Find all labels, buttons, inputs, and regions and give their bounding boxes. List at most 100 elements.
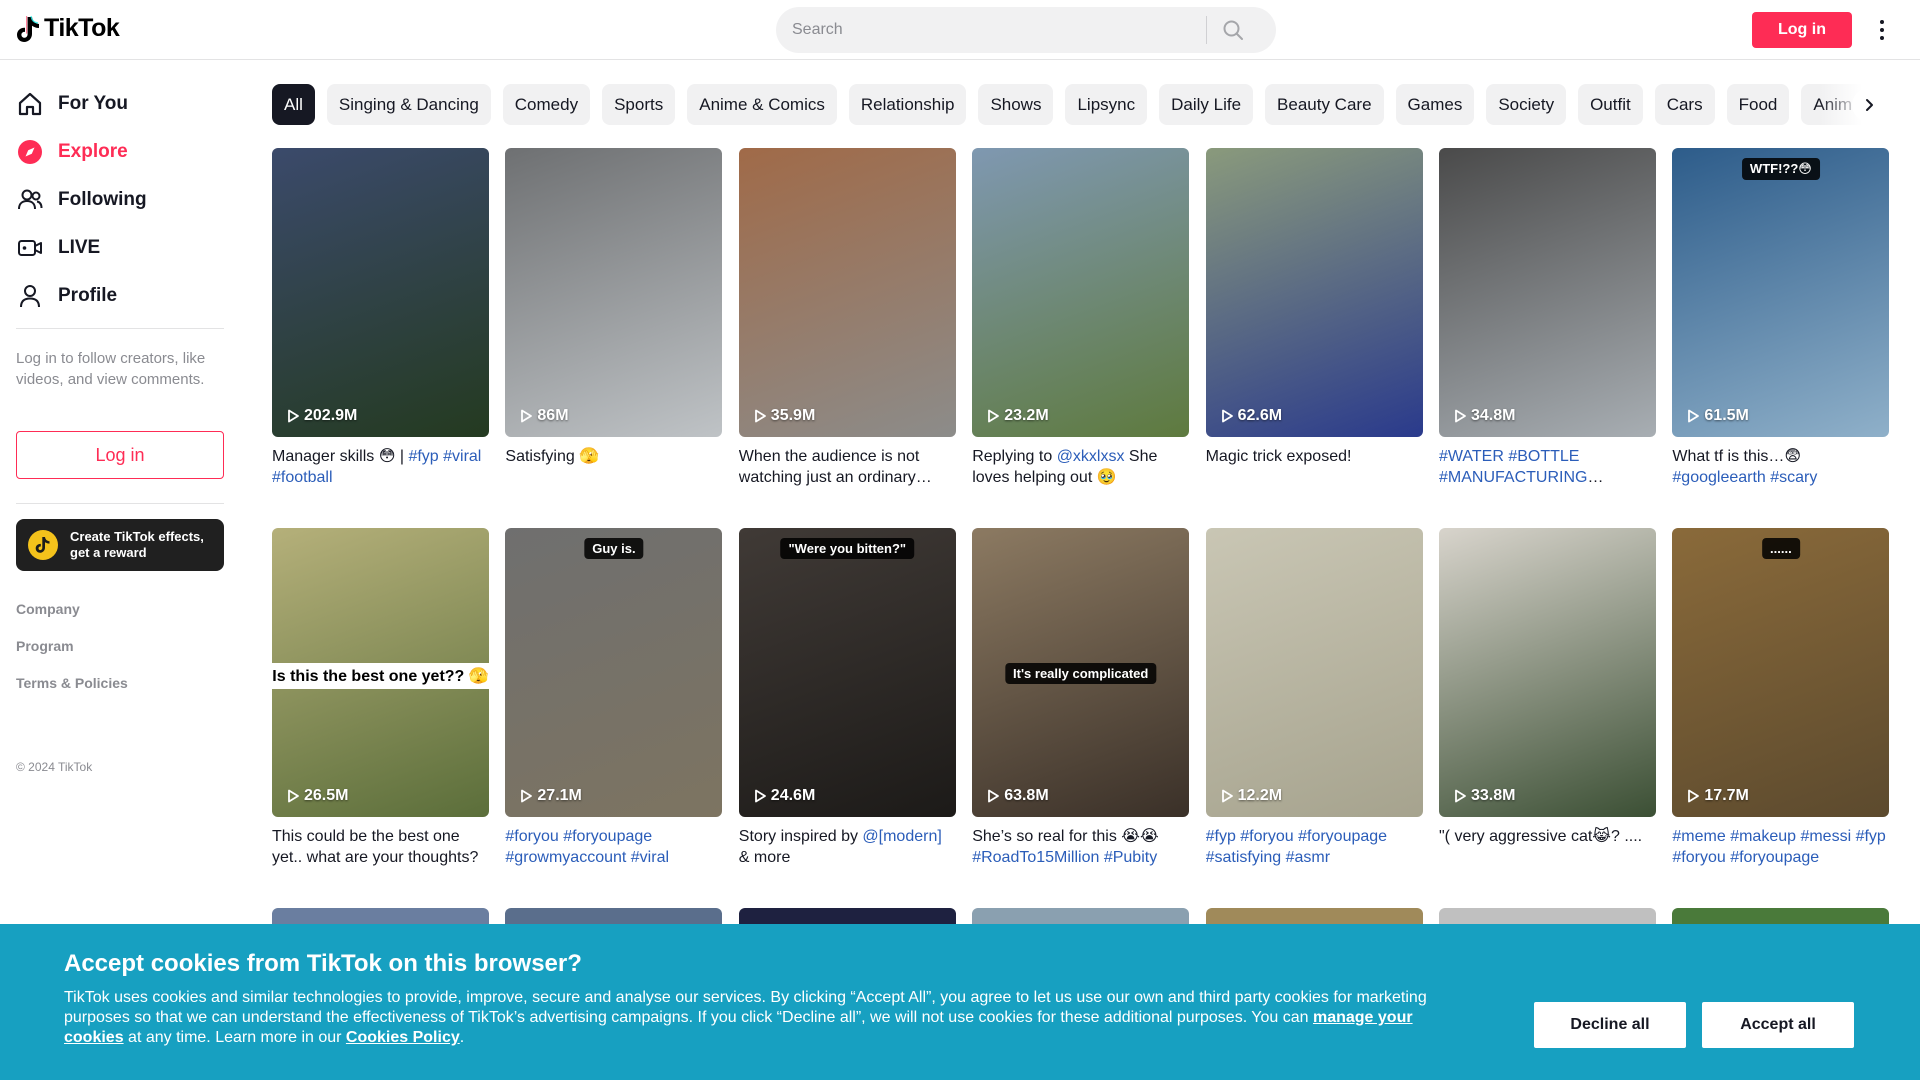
- video-thumbnail[interactable]: 12.2M: [1205, 528, 1423, 817]
- video-caption[interactable]: #fyp #foryou #foryoupage #satisfying #as…: [1206, 826, 1423, 868]
- decline-all-button[interactable]: Decline all: [1534, 1002, 1686, 1048]
- category-chip[interactable]: Singing & Dancing: [326, 84, 491, 125]
- video-caption[interactable]: Replying to @xkxlxsx She loves helping o…: [972, 446, 1189, 488]
- video-card[interactable]: 62.6M Magic trick exposed!: [1205, 148, 1423, 488]
- video-thumbnail[interactable]: 62.6M: [1205, 148, 1423, 437]
- category-chip[interactable]: Beauty Care: [1265, 84, 1384, 125]
- play-icon: [1455, 789, 1466, 803]
- caption-hashtags[interactable]: #meme #makeup #messi #fyp #foryou #foryo…: [1672, 828, 1885, 866]
- caption-hashtags[interactable]: #foryou #foryoupage #growmyaccount #vira…: [505, 828, 669, 866]
- view-count-value: 17.7M: [1704, 787, 1749, 804]
- cookie-text: .: [459, 1029, 465, 1046]
- category-chip[interactable]: Lipsync: [1065, 84, 1148, 125]
- play-icon: [1455, 409, 1466, 423]
- category-chip[interactable]: Daily Life: [1159, 84, 1254, 125]
- caption-text: She’s so real for this 😭😭: [972, 828, 1159, 845]
- footer-link-program[interactable]: Program: [16, 638, 74, 654]
- video-card[interactable]: 23.2M Replying to @xkxlxsx She loves help…: [972, 148, 1190, 488]
- video-caption[interactable]: This could be the best one yet.. what ar…: [272, 826, 489, 868]
- video-card[interactable]: 86M Satisfying 🫣: [505, 148, 723, 488]
- caption-hashtags[interactable]: #WATER #BOTTLE #MANUFACTURING #FACTORY: [1439, 448, 1603, 488]
- video-caption[interactable]: When the audience is not watching just a…: [739, 446, 956, 488]
- effects-promo-banner[interactable]: Create TikTok effects, get a reward: [16, 519, 224, 571]
- caption-hashtags[interactable]: @[modern]: [862, 828, 941, 845]
- video-card[interactable]: 202.9M Manager skills 😳 | #fyp #viral #fo…: [272, 148, 489, 488]
- category-chip[interactable]: Cars: [1654, 84, 1715, 125]
- play-icon: [988, 789, 1000, 803]
- view-count-value: 26.5M: [304, 787, 349, 804]
- caption-hashtags[interactable]: #fyp #foryou #foryoupage #satisfying #as…: [1206, 828, 1387, 866]
- sidebar-item-explore[interactable]: Explore: [16, 132, 128, 172]
- view-count: 27.1M: [519, 787, 582, 805]
- category-chip[interactable]: Anime & Comics: [687, 84, 837, 125]
- video-thumbnail[interactable]: 34.8M: [1439, 148, 1656, 437]
- footer-link-terms[interactable]: Terms & Policies: [16, 675, 128, 691]
- video-thumbnail[interactable]: It's really complicated 63.8M: [972, 528, 1190, 817]
- category-chip[interactable]: Shows: [978, 84, 1054, 125]
- video-card[interactable]: 33.8M "( very aggressive cat😹? ....: [1439, 528, 1656, 868]
- video-thumbnail[interactable]: 86M: [505, 148, 723, 437]
- video-caption[interactable]: #foryou #foryoupage #growmyaccount #vira…: [505, 826, 722, 868]
- category-chip[interactable]: Comedy: [502, 84, 591, 125]
- category-chip[interactable]: Sports: [602, 84, 676, 125]
- video-caption[interactable]: Magic trick exposed!: [1206, 446, 1423, 488]
- caption-hashtags[interactable]: #googleearth #scary: [1672, 469, 1817, 486]
- category-chip[interactable]: Food: [1726, 84, 1790, 125]
- video-caption[interactable]: She’s so real for this 😭😭 #RoadTo15Milli…: [972, 826, 1189, 868]
- video-caption[interactable]: What tf is this…😨 #googleearth #scary: [1672, 446, 1889, 488]
- video-thumbnail[interactable]: Guy is. 27.1M: [505, 528, 723, 817]
- category-chip[interactable]: Relationship: [848, 84, 967, 125]
- play-icon: [288, 409, 299, 423]
- video-caption[interactable]: #meme #makeup #messi #fyp #foryou #foryo…: [1672, 826, 1889, 868]
- category-chip[interactable]: Outfit: [1578, 84, 1643, 125]
- more-options-icon[interactable]: [1872, 16, 1892, 44]
- video-thumbnail[interactable]: 35.9M: [738, 148, 956, 437]
- video-caption[interactable]: Manager skills 😳 | #fyp #viral #football: [272, 446, 489, 488]
- video-card[interactable]: "Were you bitten?" 24.6M Story inspired by…: [738, 528, 956, 868]
- cookies-policy-link[interactable]: Cookies Policy: [346, 1029, 460, 1046]
- video-card[interactable]: 35.9M When the audience is not watching j…: [738, 148, 956, 488]
- video-caption[interactable]: Satisfying 🫣: [505, 446, 722, 488]
- search-bar: [776, 7, 1276, 53]
- category-chip[interactable]: Games: [1395, 84, 1475, 125]
- caption-hashtags[interactable]: @xkxlxsx: [1057, 448, 1125, 465]
- accept-all-button[interactable]: Accept all: [1702, 1002, 1854, 1048]
- video-caption[interactable]: Story inspired by @[modern] & more: [739, 826, 956, 868]
- video-thumbnail[interactable]: "Were you bitten?" 24.6M: [738, 528, 956, 817]
- video-thumbnail[interactable]: 33.8M: [1439, 528, 1656, 817]
- category-chip[interactable]: All: [272, 84, 315, 125]
- category-next-button[interactable]: [1852, 88, 1886, 122]
- video-thumbnail[interactable]: 23.2M: [972, 148, 1190, 437]
- caption-text: & more: [738, 849, 791, 866]
- view-count: 12.2M: [1220, 787, 1282, 805]
- search-button[interactable]: [1207, 7, 1259, 53]
- header-login-button[interactable]: Log in: [1752, 12, 1852, 48]
- view-count-value: 33.8M: [1471, 787, 1516, 804]
- video-card[interactable]: Guy is. 27.1M #foryou #foryoupage #growmya…: [505, 528, 723, 868]
- footer-link-company[interactable]: Company: [16, 601, 80, 617]
- video-thumbnail[interactable]: Is this the best one yet?? 🫣 26.5M: [272, 528, 489, 817]
- caption-hashtags[interactable]: #RoadTo15Million #Pubity: [972, 849, 1157, 866]
- sidebar-item-profile[interactable]: Profile: [16, 276, 117, 316]
- tiktok-logo[interactable]: TikTok: [16, 14, 120, 43]
- video-card[interactable]: 34.8M #WATER #BOTTLE #MANUFACTURING #FACT…: [1439, 148, 1656, 488]
- sidebar-login-button[interactable]: Log in: [16, 431, 224, 479]
- video-thumbnail[interactable]: WTF!??😳 61.5M: [1672, 148, 1890, 437]
- video-card[interactable]: WTF!??😳 61.5M What tf is this…😨 #googleear…: [1672, 148, 1890, 488]
- play-icon: [1221, 409, 1233, 423]
- video-card[interactable]: 12.2M #fyp #foryou #foryoupage #satisfyin…: [1205, 528, 1423, 868]
- view-count-value: 35.9M: [770, 407, 816, 424]
- sidebar-item-following[interactable]: Following: [16, 180, 147, 220]
- video-thumbnail[interactable]: ...... 17.7M: [1672, 528, 1890, 817]
- video-caption[interactable]: "( very aggressive cat😹? ....: [1439, 826, 1656, 868]
- video-thumbnail[interactable]: 202.9M: [272, 148, 489, 437]
- video-card[interactable]: ...... 17.7M #meme #makeup #messi #fyp #fo…: [1672, 528, 1890, 868]
- search-input[interactable]: [776, 21, 1206, 39]
- video-card[interactable]: Is this the best one yet?? 🫣 26.5M This co…: [272, 528, 489, 868]
- video-card[interactable]: It's really complicated 63.8M She’s so rea…: [972, 528, 1190, 868]
- sidebar-item-for-you[interactable]: For You: [16, 84, 128, 124]
- dot: [1880, 36, 1884, 40]
- category-chip[interactable]: Society: [1486, 84, 1567, 125]
- sidebar-item-live[interactable]: LIVE: [16, 228, 100, 268]
- video-caption[interactable]: #WATER #BOTTLE #MANUFACTURING #FACTORY: [1439, 446, 1656, 488]
